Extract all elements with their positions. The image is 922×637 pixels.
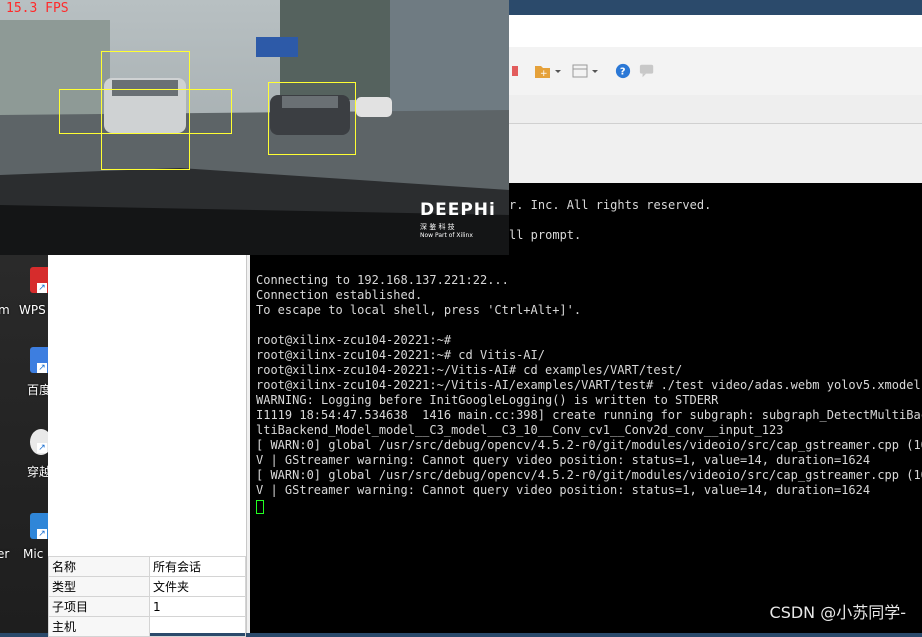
property-key: 类型 — [48, 576, 150, 597]
property-value — [149, 616, 246, 637]
tab-bar — [508, 95, 922, 124]
terminal-line: Connecting to 192.168.137.221:22... — [256, 273, 509, 287]
property-value: 1 — [149, 596, 246, 617]
shortcut-arrow-icon: ↗ — [37, 283, 47, 293]
terminal-line: I1119 18:54:47.534638 1416 main.cc:398] … — [256, 408, 922, 422]
video-detection-window: 15.3 FPS DEEPHi 深 鉴 科 技 Now Part of Xili… — [0, 0, 509, 255]
desktop-icon-label: Mic — [23, 547, 44, 561]
logo-subtitle: Now Part of Xilinx — [420, 232, 473, 239]
logo-chinese: 深 鉴 科 技 — [420, 223, 455, 231]
desktop-icon-wps[interactable]: ↗ m WPS — [0, 263, 48, 323]
desktop-icon-left-label: er — [0, 547, 10, 561]
desktop-area: ↗ m WPS ↗ 百度 ↗ 穿越 ↗ er Mic — [0, 255, 48, 633]
layout-icon[interactable] — [572, 63, 602, 79]
session-properties-table: 名称 所有会话 类型 文件夹 子项目 1 主机 — [48, 556, 246, 637]
terminal-line: V | GStreamer warning: Cannot query vide… — [256, 453, 871, 467]
desktop-icon-label: WPS — [19, 303, 46, 317]
deephi-logo: DEEPHi 深 鉴 科 技 Now Part of Xilinx — [420, 200, 496, 239]
property-value: 所有会话 — [149, 556, 246, 577]
terminal-line: V | GStreamer warning: Cannot query vide… — [256, 483, 871, 497]
chat-icon[interactable] — [638, 63, 656, 79]
desktop-icon-microsoft[interactable]: ↗ er Mic — [0, 511, 48, 581]
desktop-icon-left-label: m — [0, 303, 10, 317]
property-value: 文件夹 — [149, 576, 246, 597]
detection-box — [59, 89, 232, 134]
toolbar: + ? — [508, 47, 922, 96]
fps-counter: 15.3 FPS — [6, 1, 69, 16]
terminal-cursor — [256, 500, 264, 514]
table-row: 子项目 1 — [48, 596, 246, 617]
terminal-line: ltiBackend_Model_model__C3_model__C3_10_… — [256, 423, 784, 437]
svg-text:+: + — [540, 69, 548, 79]
logo-text: DEEPHi — [420, 200, 496, 220]
shortcut-arrow-icon: ↗ — [37, 363, 47, 373]
terminal-line: [ WARN:0] global /usr/src/debug/opencv/4… — [256, 468, 922, 482]
terminal-line: r. Inc. All rights reserved. — [509, 198, 712, 212]
desktop-icon-label: 百度 — [27, 383, 48, 397]
window-titlebar — [508, 15, 922, 47]
terminal-line: root@xilinx-zcu104-20221:~# cd Vitis-AI/ — [256, 348, 545, 362]
paint-icon[interactable] — [510, 63, 522, 79]
terminal-line: root@xilinx-zcu104-20221:~# — [256, 333, 452, 347]
shortcut-arrow-icon: ↗ — [37, 443, 47, 453]
property-key: 名称 — [48, 556, 150, 577]
table-row: 名称 所有会话 — [48, 556, 246, 577]
desktop-icon-chuanyue[interactable]: ↗ 穿越 — [0, 427, 48, 487]
terminal-line: root@xilinx-zcu104-20221:~/Vitis-AI# cd … — [256, 363, 683, 377]
session-panel: 名称 所有会话 类型 文件夹 子项目 1 主机 — [48, 255, 247, 637]
property-key: 子项目 — [48, 596, 150, 617]
table-row: 类型 文件夹 — [48, 576, 246, 597]
terminal-line: To escape to local shell, press 'Ctrl+Al… — [256, 303, 582, 317]
terminal-line: Connection established. — [256, 288, 423, 302]
terminal-line: root@xilinx-zcu104-20221:~/Vitis-AI/exam… — [256, 378, 921, 392]
desktop-icon-label: 穿越 — [27, 465, 48, 479]
help-icon[interactable]: ? — [614, 63, 632, 79]
csdn-watermark: CSDN @小苏同学- — [769, 603, 906, 622]
folder-add-icon[interactable]: + — [534, 63, 564, 79]
desktop-icon-baidu[interactable]: ↗ 百度 — [0, 343, 48, 403]
property-key: 主机 — [48, 616, 150, 637]
svg-text:?: ? — [620, 67, 626, 78]
terminal-line: WARNING: Logging before InitGoogleLoggin… — [256, 393, 719, 407]
table-row: 主机 — [48, 616, 246, 637]
detection-box — [268, 82, 356, 155]
terminal-line: [ WARN:0] global /usr/src/debug/opencv/4… — [256, 438, 922, 452]
shortcut-arrow-icon: ↗ — [37, 529, 47, 539]
terminal-line: ll prompt. — [509, 228, 582, 242]
